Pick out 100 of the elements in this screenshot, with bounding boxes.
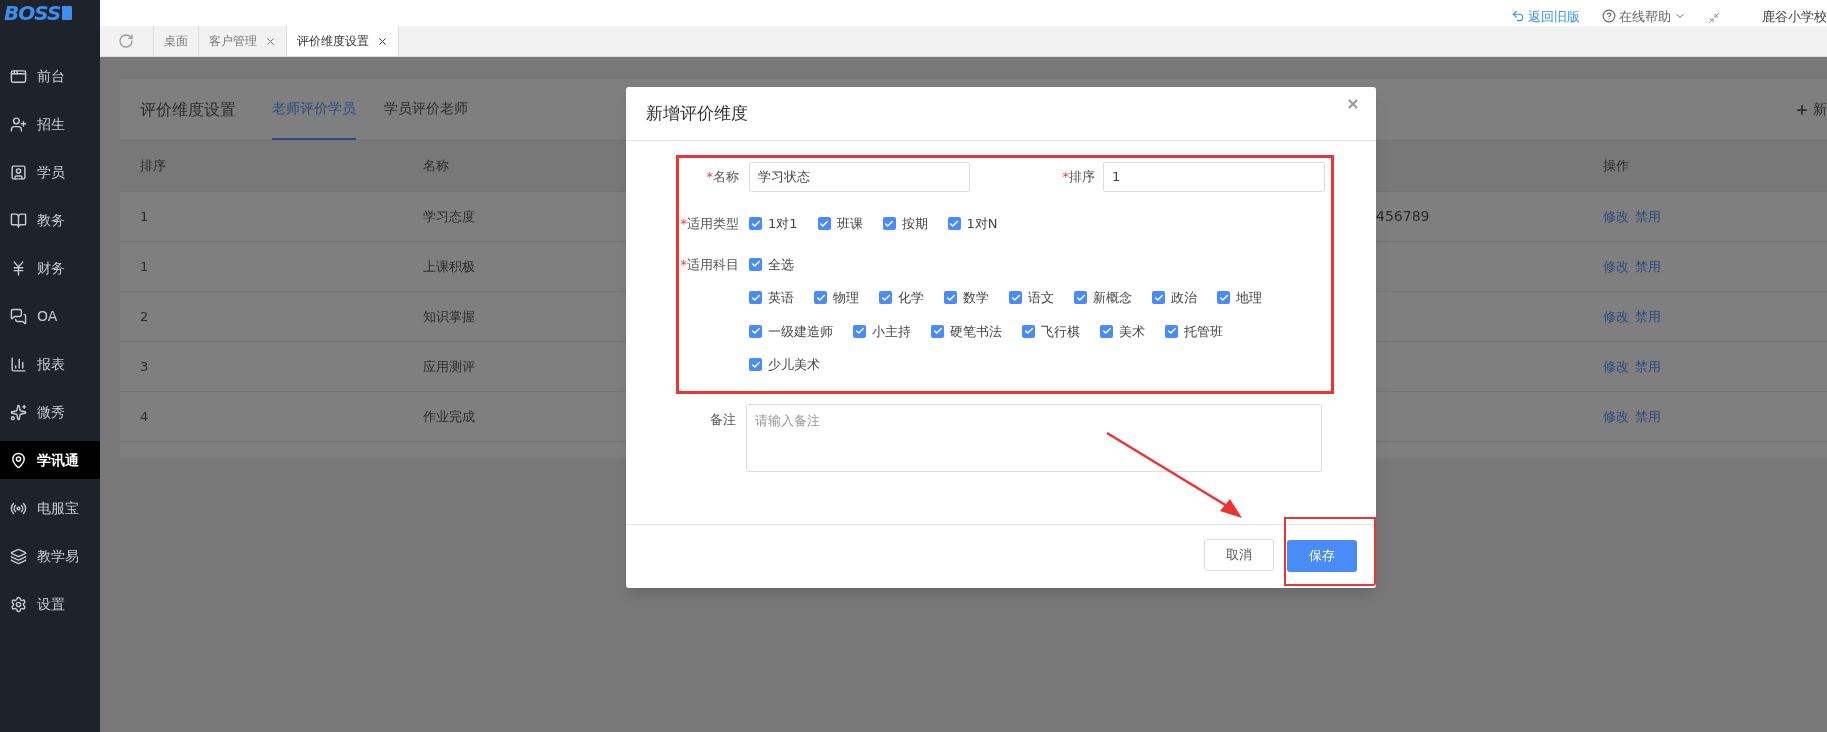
sidebar-icon <box>10 451 27 469</box>
table-cell-text: 1 <box>140 207 149 226</box>
checkbox[interactable] <box>749 324 762 338</box>
sidebar-item[interactable]: OA <box>0 297 100 335</box>
checkbox[interactable] <box>1022 324 1035 338</box>
undo-icon <box>1511 9 1525 24</box>
school-name: 鹿谷小学校 <box>1762 7 1827 26</box>
checkbox-option[interactable]: 语文 <box>1009 288 1054 308</box>
checkbox-option[interactable]: 数学 <box>944 288 989 308</box>
checkbox-option[interactable]: 1对1 <box>749 214 798 234</box>
logo: BOSS <box>4 3 61 23</box>
checkbox[interactable] <box>1217 291 1230 305</box>
checkbox-option[interactable]: 硬笔书法 <box>931 321 1002 341</box>
checkbox[interactable] <box>817 217 831 231</box>
checkbox[interactable] <box>749 291 762 305</box>
checkbox[interactable] <box>814 291 827 305</box>
checkbox-option[interactable]: 物理 <box>814 288 859 308</box>
column-header: 排序 <box>140 157 166 176</box>
checkbox-option[interactable]: 化学 <box>879 288 924 308</box>
sidebar-icon <box>10 547 27 565</box>
sidebar-icon <box>10 67 27 85</box>
add-button[interactable]: 新 <box>1795 99 1827 120</box>
checkbox[interactable] <box>947 217 961 231</box>
checkbox[interactable] <box>1165 324 1178 338</box>
checkbox[interactable] <box>1009 291 1022 305</box>
sidebar-item[interactable]: 微秀 <box>0 393 100 431</box>
table-cell-text: 1 <box>140 257 149 276</box>
refresh-icon[interactable] <box>118 33 134 49</box>
table-cell-text: 2 <box>140 307 149 326</box>
sidebar-item[interactable]: 电服宝 <box>0 489 100 527</box>
shrink-icon[interactable] <box>1708 12 1720 24</box>
sidebar-icon <box>10 307 27 325</box>
checkbox[interactable] <box>853 324 866 338</box>
checkbox-option[interactable]: 全选 <box>749 254 794 274</box>
table-cell-text: 学习态度 <box>423 207 475 226</box>
checkbox-option[interactable]: 一级建造师 <box>749 321 833 341</box>
checkbox[interactable] <box>1074 291 1087 305</box>
sidebar-icon <box>10 403 27 421</box>
checkbox[interactable] <box>931 324 944 338</box>
checkbox[interactable] <box>749 358 762 372</box>
checkbox-option[interactable]: 班课 <box>817 214 863 234</box>
checkbox-option[interactable]: 少儿美术 <box>749 355 820 375</box>
sidebar-item[interactable]: 教学易 <box>0 537 100 575</box>
cancel-button[interactable]: 取消 <box>1204 539 1274 571</box>
checkbox-option[interactable]: 托管班 <box>1165 321 1223 341</box>
sidebar-item[interactable]: 学讯通 <box>0 441 100 479</box>
checkbox-option[interactable]: 美术 <box>1100 321 1145 341</box>
panel-title: 评价维度设置 <box>140 98 236 121</box>
sidebar-item[interactable]: 教务 <box>0 201 100 239</box>
sidebar-item[interactable]: 财务 <box>0 249 100 287</box>
field-label: 备注 <box>709 411 736 429</box>
page-tab[interactable]: 评价维度设置 <box>286 26 398 56</box>
checkbox-option[interactable]: 飞行棋 <box>1022 321 1080 341</box>
sidebar-icon <box>10 595 27 613</box>
checkbox-option[interactable]: 政治 <box>1152 288 1197 308</box>
checkbox-option[interactable]: 地理 <box>1217 288 1262 308</box>
checkbox[interactable] <box>879 291 892 305</box>
sidebar-item[interactable]: 招生 <box>0 105 100 143</box>
help-link[interactable]: 在线帮助 <box>1602 6 1686 26</box>
checkbox[interactable] <box>749 217 762 231</box>
table-cell-text: 知识掌握 <box>423 307 475 326</box>
sidebar-icon <box>10 211 27 229</box>
dialog-title: 新增评价维度 <box>646 101 748 125</box>
required-mark: * <box>1062 168 1069 187</box>
checkbox[interactable] <box>1152 291 1165 305</box>
table-cell-text: 应用测评 <box>423 357 475 376</box>
sidebar-item[interactable]: 设置 <box>0 585 100 623</box>
help-icon <box>1602 9 1616 24</box>
table-cell-text: 4 <box>140 407 149 426</box>
close-icon[interactable] <box>377 35 388 47</box>
order-field[interactable]: 1 <box>1103 162 1325 192</box>
checkbox[interactable] <box>882 217 896 231</box>
table-cell: 456789 <box>1376 208 1430 224</box>
checkbox[interactable] <box>944 291 957 305</box>
checkbox-option[interactable]: 1对N <box>947 214 998 234</box>
checkbox-option[interactable]: 新概念 <box>1074 288 1132 308</box>
remark-field[interactable]: 请输入备注 <box>746 404 1322 472</box>
checkbox[interactable] <box>749 257 762 271</box>
back-link[interactable]: 返回旧版 <box>1511 6 1580 26</box>
required-mark: * <box>680 215 687 233</box>
field-label: 适用类型 <box>687 215 739 233</box>
sidebar-icon <box>10 115 27 133</box>
field-label: 排序 <box>1069 168 1095 187</box>
checkbox-option[interactable]: 小主持 <box>853 321 911 341</box>
plus-icon <box>1795 102 1809 117</box>
checkbox-option[interactable]: 英语 <box>749 288 794 308</box>
table-cell-text: 上课积极 <box>423 257 475 276</box>
table-cell-text: 作业完成 <box>423 407 475 426</box>
page-tab[interactable]: 桌面 <box>153 26 198 56</box>
sidebar-icon <box>10 355 27 373</box>
checkbox[interactable] <box>1100 324 1113 338</box>
tab[interactable]: 学员评价老师 <box>384 79 468 140</box>
checkbox-option[interactable]: 按期 <box>882 214 928 234</box>
sidebar-item[interactable]: 前台 <box>0 57 100 95</box>
table-cell-text: 3 <box>140 357 149 376</box>
field-label: 适用科目 <box>687 255 739 274</box>
name-field[interactable]: 学习状态 <box>749 162 970 192</box>
sidebar-item[interactable]: 学员 <box>0 153 100 191</box>
sidebar-icon <box>10 163 27 181</box>
sidebar-item[interactable]: 报表 <box>0 345 100 383</box>
